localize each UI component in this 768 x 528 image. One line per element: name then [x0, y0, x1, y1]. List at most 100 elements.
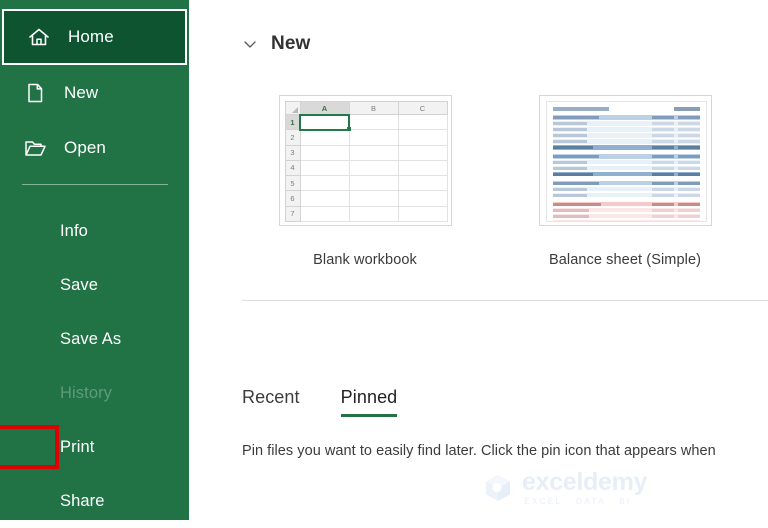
cell — [299, 190, 350, 207]
preview-row — [552, 126, 700, 132]
sidebar-item-label: Save — [60, 275, 99, 294]
template-card-balance-sheet[interactable]: Balance sheet (Simple) — [535, 95, 715, 268]
home-icon — [26, 24, 52, 50]
column-header-c: C — [397, 101, 448, 115]
preview-row — [552, 132, 700, 138]
cell — [348, 144, 399, 161]
cell — [299, 144, 350, 161]
cell — [348, 159, 399, 177]
preview-section-header — [552, 115, 700, 120]
sidebar-divider — [22, 184, 168, 185]
cell — [299, 175, 350, 192]
preview-title-row — [552, 107, 700, 111]
pinned-empty-hint: Pin files you want to easily find later.… — [242, 443, 716, 459]
sidebar-item-label: Home — [68, 27, 114, 46]
exceldemy-watermark: exceldemy EXCEL · DATA · BI — [481, 470, 647, 506]
open-folder-icon — [22, 135, 48, 161]
balance-sheet-preview — [545, 101, 707, 222]
sidebar-item-history: History — [0, 366, 189, 420]
sidebar-item-print[interactable]: Print — [0, 420, 189, 474]
template-gallery: A B C 1 2 3 4 5 6 7 Blank workbook Balan… — [189, 95, 768, 270]
row-header: 1 — [284, 113, 301, 131]
sidebar-item-home[interactable]: Home — [2, 9, 187, 65]
tab-pinned[interactable]: Pinned — [340, 387, 398, 417]
template-thumbnail-blank: A B C 1 2 3 4 5 6 7 — [278, 95, 452, 226]
template-label: Blank workbook — [313, 252, 417, 268]
cell — [397, 113, 448, 131]
preview-row — [552, 186, 700, 192]
sidebar-item-open[interactable]: Open — [0, 120, 189, 175]
sidebar-item-label: New — [64, 82, 99, 102]
preview-row — [552, 138, 700, 144]
chevron-down-icon[interactable] — [242, 36, 258, 52]
preview-row — [552, 213, 700, 219]
sidebar-top-group: Home New Open — [0, 9, 189, 175]
preview-total-row — [552, 171, 700, 177]
cell — [299, 159, 350, 177]
preview-row — [552, 165, 700, 171]
preview-row — [552, 120, 700, 126]
new-document-icon — [22, 80, 48, 106]
watermark-tagline: EXCEL · DATA · BI — [524, 496, 632, 506]
sidebar-item-label: Share — [60, 491, 105, 510]
template-card-blank-workbook[interactable]: A B C 1 2 3 4 5 6 7 Blank workbook — [275, 95, 455, 268]
sidebar-item-label: Print — [60, 437, 95, 456]
sidebar-item-label: History — [60, 383, 113, 402]
template-label: Balance sheet (Simple) — [548, 252, 702, 268]
row-header: 7 — [284, 205, 301, 223]
row-header: 6 — [284, 190, 301, 207]
sidebar-item-save[interactable]: Save — [0, 258, 189, 312]
row-header: 2 — [284, 129, 301, 146]
cell — [397, 175, 448, 192]
cell — [348, 190, 399, 207]
sidebar-item-new[interactable]: New — [0, 65, 189, 120]
tab-recent[interactable]: Recent — [242, 387, 300, 417]
cell — [397, 190, 448, 207]
watermark-text: exceldemy EXCEL · DATA · BI — [522, 470, 647, 506]
select-all-corner — [284, 101, 301, 115]
watermark-name: exceldemy — [522, 468, 648, 496]
preview-section-header — [552, 153, 700, 159]
backstage-main-pane: New A B C 1 2 3 4 5 6 7 Blank workbook B… — [189, 0, 768, 520]
cell — [348, 205, 399, 223]
preview-total-row — [552, 144, 700, 150]
new-section-header[interactable]: New — [242, 33, 310, 55]
cell — [299, 129, 350, 146]
section-divider — [242, 300, 768, 301]
row-header: 4 — [284, 159, 301, 177]
page-title: New — [271, 33, 311, 54]
preview-row — [552, 192, 700, 198]
worksheet-grid: A B C 1 2 3 4 5 6 7 — [284, 101, 448, 223]
cell — [348, 113, 399, 131]
sidebar-item-label: Info — [60, 221, 88, 240]
row-header: 5 — [284, 175, 301, 192]
preview-title-bar — [552, 107, 609, 111]
template-thumbnail-balance-sheet — [538, 95, 712, 226]
cell — [397, 159, 448, 177]
cell — [348, 129, 399, 146]
sidebar-item-info[interactable]: Info — [0, 204, 189, 258]
column-header-a: A — [299, 101, 350, 115]
column-header-b: B — [348, 101, 399, 115]
cube-logo-icon — [481, 471, 515, 505]
sidebar-item-label: Save As — [60, 329, 122, 348]
tab-label: Recent — [242, 387, 300, 407]
excel-backstage-view: Home New Open Info Save Save As History … — [0, 0, 768, 520]
backstage-sidebar: Home New Open Info Save Save As History … — [0, 0, 189, 520]
preview-section-header — [552, 201, 700, 207]
sidebar-item-save-as[interactable]: Save As — [0, 312, 189, 366]
cell — [397, 129, 448, 146]
row-header: 3 — [284, 144, 301, 161]
cell — [397, 205, 448, 223]
cell — [299, 205, 350, 223]
preview-subtitle-bar — [673, 107, 700, 111]
sidebar-item-label: Open — [64, 137, 106, 157]
preview-section-header — [552, 180, 700, 186]
tab-label: Pinned — [340, 387, 398, 407]
cell — [348, 175, 399, 192]
preview-row — [552, 219, 700, 221]
preview-row — [552, 207, 700, 213]
preview-row — [552, 159, 700, 165]
file-list-tabs: Recent Pinned — [242, 387, 438, 417]
worksheet-preview: A B C 1 2 3 4 5 6 7 — [284, 101, 448, 223]
